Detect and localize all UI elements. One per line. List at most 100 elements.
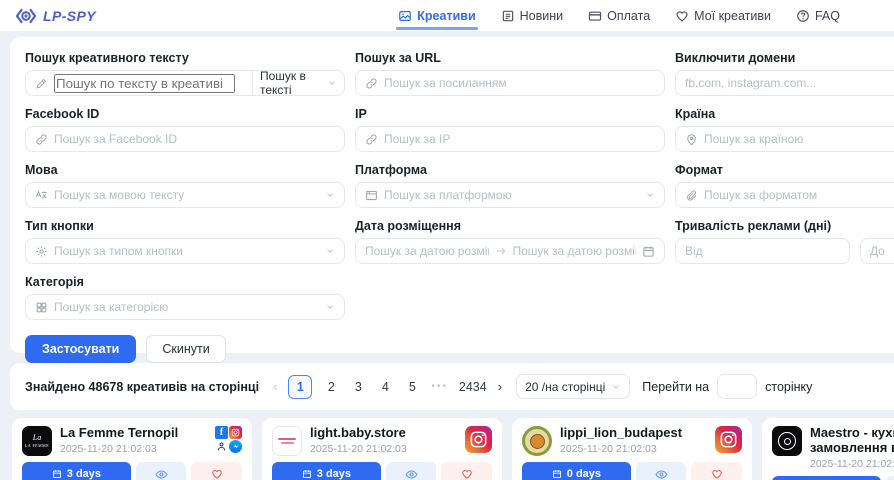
nav-my-creatives[interactable]: Мої креативи: [675, 9, 771, 23]
country-input[interactable]: [704, 132, 894, 146]
grid-icon: [35, 301, 48, 314]
language-select[interactable]: Пошук за мовою тексту: [25, 182, 345, 208]
page-5[interactable]: 5: [404, 380, 420, 394]
nav-creatives[interactable]: Креативи: [398, 9, 475, 23]
category-select[interactable]: Пошук за категорією: [25, 294, 345, 320]
nav-faq[interactable]: FAQ: [796, 9, 840, 23]
chevron-down-icon: [325, 302, 335, 312]
field-label: Виключити домени: [675, 51, 894, 65]
goto-page: Перейти на сторінку: [642, 374, 812, 399]
facebook-icon: f: [215, 426, 228, 439]
filter-format: Формат Пошук за форматом: [675, 163, 894, 208]
card-date: 2025-11-20 21:02:03: [60, 443, 211, 455]
main-nav: Креативи Новини Оплата Мої креативи FAQ: [398, 0, 840, 31]
link-icon: [35, 133, 48, 146]
days-button[interactable]: 3 days: [272, 462, 381, 480]
reset-button[interactable]: Скинути: [146, 335, 225, 363]
page-4[interactable]: 4: [377, 380, 393, 394]
chevron-down-icon: [325, 190, 335, 200]
view-button[interactable]: [386, 462, 437, 480]
select-placeholder: Пошук за платформою: [384, 188, 639, 202]
creative-text-input[interactable]: [54, 74, 235, 93]
nav-news[interactable]: Новини: [501, 9, 564, 23]
calendar-icon: [552, 469, 562, 479]
view-button[interactable]: [136, 462, 187, 480]
page-3[interactable]: 3: [350, 380, 366, 394]
chevron-down-icon: [645, 190, 655, 200]
field-label: Тривалість реклами (дні): [675, 219, 894, 233]
heart-icon: [711, 468, 723, 480]
creatives-list: La LA FEMME La Femme Ternopil 2025-11-20…: [12, 418, 894, 480]
page-2[interactable]: 2: [323, 380, 339, 394]
eye-icon: [655, 468, 668, 480]
facebook-id-input[interactable]: [54, 132, 335, 146]
field-label: Дата розміщення: [355, 219, 665, 233]
page-1[interactable]: 1: [288, 375, 312, 399]
select-placeholder: Пошук за типом кнопки: [54, 244, 319, 258]
days-button[interactable]: 3 days: [772, 476, 881, 480]
nav-label: Креативи: [417, 9, 475, 23]
calendar-icon: [52, 469, 62, 479]
filter-platform: Платформа Пошук за платформою: [355, 163, 665, 208]
eye-icon: [155, 468, 168, 480]
card-date: 2025-11-20 21:02:03: [310, 443, 461, 455]
view-button[interactable]: [636, 462, 687, 480]
field-label: Пошук за URL: [355, 51, 665, 65]
favorite-button[interactable]: [441, 462, 492, 480]
button-type-select[interactable]: Пошук за типом кнопки: [25, 238, 345, 264]
field-label: Формат: [675, 163, 894, 177]
exclude-domains-input[interactable]: [685, 76, 894, 90]
creative-card[interactable]: Maestro - кухні, меблі на замовлення в У…: [762, 418, 894, 480]
results-summary: Знайдено 48678 креативів на сторінці: [25, 380, 259, 394]
date-to-placeholder: Пошук за датою розміщення: [513, 244, 637, 258]
date-range-picker[interactable]: Пошук за датою розміщення Пошук за датою…: [355, 238, 665, 264]
instagram-icon: [229, 426, 242, 439]
pagination: ‹ 1 2 3 4 5 ••• 2434 ›: [273, 375, 502, 399]
page-last[interactable]: 2434: [459, 380, 487, 394]
format-select[interactable]: Пошук за форматом: [675, 182, 894, 208]
chevron-down-icon: [611, 382, 621, 392]
field-label: Мова: [25, 163, 345, 177]
field-label: Пошук креативного тексту: [25, 51, 345, 65]
prev-page-icon[interactable]: ‹: [273, 379, 277, 394]
next-page-icon[interactable]: ›: [498, 379, 502, 394]
avatar: La LA FEMME: [22, 426, 52, 456]
nav-label: FAQ: [815, 9, 840, 23]
instagram-icon: [715, 426, 742, 453]
question-icon: [796, 9, 810, 23]
text-search-mode-select[interactable]: Пошук в тексті: [252, 71, 344, 95]
app-logo[interactable]: LP-SPY: [15, 7, 96, 25]
pencil-icon: [35, 77, 48, 90]
days-button[interactable]: 0 days: [522, 462, 631, 480]
ip-input[interactable]: [384, 132, 655, 146]
date-from-placeholder: Пошук за датою розміщення: [365, 244, 489, 258]
field-label: Тип кнопки: [25, 219, 345, 233]
field-label: Категорія: [25, 275, 345, 289]
view-button[interactable]: [886, 476, 894, 480]
creative-card[interactable]: lippi_lion_budapest 2025-11-20 21:02:03 …: [512, 418, 752, 480]
creative-card[interactable]: light.baby.store 2025-11-20 21:02:03 3 d…: [262, 418, 502, 480]
nav-payment[interactable]: Оплата: [588, 9, 650, 23]
card-title: La Femme Ternopil: [60, 426, 211, 441]
apply-button[interactable]: Застосувати: [25, 335, 136, 363]
results-bar: Знайдено 48678 креативів на сторінці ‹ 1…: [10, 363, 894, 410]
field-label: Facebook ID: [25, 107, 345, 121]
filter-creative-text: Пошук креативного тексту Пошук в тексті: [25, 51, 345, 96]
filter-country: Країна: [675, 107, 894, 152]
translate-icon: [35, 189, 48, 202]
platform-select[interactable]: Пошук за платформою: [355, 182, 665, 208]
filter-button-type: Тип кнопки Пошук за типом кнопки: [25, 219, 345, 264]
days-button[interactable]: 3 days: [22, 462, 131, 480]
filters-panel: Пошук креативного тексту Пошук в тексті …: [10, 37, 894, 353]
goto-page-input[interactable]: [717, 374, 757, 399]
duration-from-input[interactable]: [685, 244, 840, 258]
filter-facebook-id: Facebook ID: [25, 107, 345, 152]
platform-icon: [365, 189, 378, 202]
favorite-button[interactable]: [191, 462, 242, 480]
page-size-select[interactable]: 20 /на сторінці: [516, 374, 630, 399]
creative-card[interactable]: La LA FEMME La Femme Ternopil 2025-11-20…: [12, 418, 252, 480]
url-input[interactable]: [384, 76, 655, 90]
duration-to-input[interactable]: [870, 244, 894, 258]
pagination-ellipsis[interactable]: •••: [431, 381, 448, 392]
favorite-button[interactable]: [691, 462, 742, 480]
